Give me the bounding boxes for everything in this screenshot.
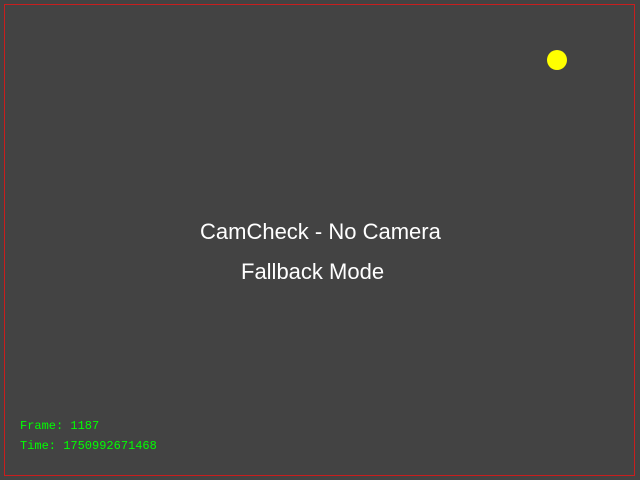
camera-status-title: CamCheck - No Camera [200,219,441,244]
status-indicator-dot [547,50,567,70]
frame-counter: Frame: 1187 [20,419,100,433]
fallback-mode-label: Fallback Mode [241,259,385,284]
timestamp-readout: Time: 1750992671468 [20,439,157,453]
camera-preview-frame: CamCheck - No Camera Fallback Mode Frame… [0,0,640,480]
